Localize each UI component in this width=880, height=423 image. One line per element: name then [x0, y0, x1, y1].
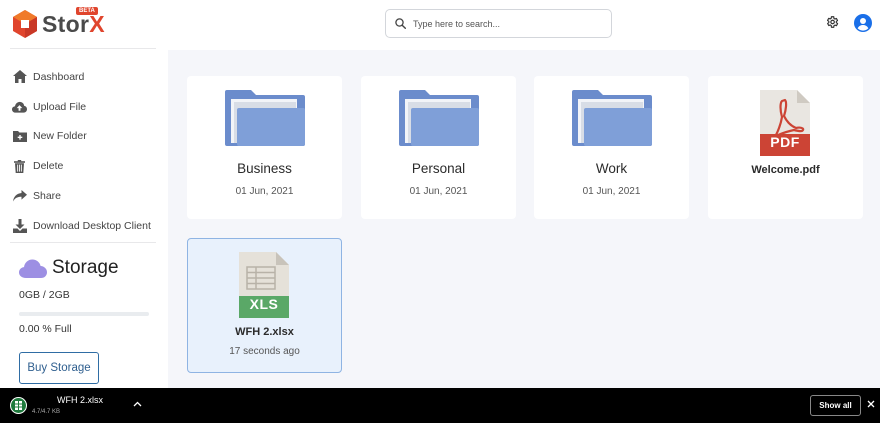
sidebar-item-label: New Folder: [33, 130, 87, 143]
file-card[interactable]: PDF Welcome.pdf: [708, 76, 863, 219]
sidebar-item-download-desktop-client[interactable]: Download Desktop Client: [0, 211, 168, 241]
cloud-upload-icon: [12, 99, 27, 114]
sidebar-nav: Dashboard Upload File New Folder Delete …: [0, 62, 168, 241]
sidebar-item-label: Upload File: [33, 100, 87, 113]
sidebar-divider: [10, 48, 156, 49]
storage-title: Storage: [52, 257, 119, 278]
file-name: Welcome.pdf: [751, 164, 820, 176]
storage-used: 0GB / 2GB: [19, 289, 70, 301]
sidebar-item-label: Share: [33, 190, 62, 203]
download-file-size: 4.7/4.7 KB: [32, 409, 61, 415]
pdf-badge: PDF: [770, 134, 800, 150]
gear-icon[interactable]: [825, 15, 839, 29]
file-date: 17 seconds ago: [229, 346, 300, 357]
show-all-button[interactable]: Show all: [810, 395, 861, 416]
logo-wordmark: StorX: [42, 11, 105, 38]
file-card-selected[interactable]: XLS WFH 2.xlsx 17 seconds ago: [187, 238, 342, 373]
storx-logo[interactable]: StorX BETA: [12, 7, 112, 39]
folder-name: Personal: [411, 161, 466, 176]
share-icon: [12, 189, 27, 204]
trash-icon: [12, 159, 27, 174]
folder-name: Business: [237, 161, 292, 176]
download-icon: [12, 218, 27, 233]
top-header: [168, 0, 880, 50]
sidebar-item-dashboard[interactable]: Dashboard: [0, 62, 168, 92]
storx-logo-mark-icon: [13, 10, 37, 38]
sidebar-item-label: Delete: [33, 160, 64, 173]
chevron-up-icon[interactable]: [133, 401, 142, 407]
folder-icon: [572, 90, 652, 146]
cloud-icon: [19, 259, 47, 278]
sidebar-item-delete[interactable]: Delete: [0, 151, 168, 181]
sidebar-item-new-folder[interactable]: New Folder: [0, 122, 168, 152]
sidebar-item-share[interactable]: Share: [0, 181, 168, 211]
folder-card[interactable]: Business 01 Jun, 2021: [187, 76, 342, 219]
sidebar-item-label: Download Desktop Client: [33, 219, 151, 232]
folder-date: 01 Jun, 2021: [409, 186, 468, 197]
file-name: WFH 2.xlsx: [235, 326, 294, 338]
storage-progress-bar: [19, 312, 149, 316]
download-file-name[interactable]: WFH 2.xlsx: [57, 395, 103, 405]
storage-percent: 0.00 % Full: [19, 323, 72, 335]
search-input[interactable]: [413, 18, 593, 29]
home-icon: [12, 69, 27, 84]
folder-date: 01 Jun, 2021: [582, 186, 641, 197]
storage-heading: Storage: [19, 257, 119, 279]
user-avatar-icon[interactable]: [854, 14, 872, 32]
folder-date: 01 Jun, 2021: [235, 186, 294, 197]
beta-badge: BETA: [76, 7, 98, 15]
download-bar: [0, 388, 880, 423]
folder-icon: [225, 90, 305, 146]
sidebar-item-upload-file[interactable]: Upload File: [0, 92, 168, 122]
close-icon[interactable]: [867, 400, 875, 408]
sidebar-item-label: Dashboard: [33, 70, 85, 83]
folder-plus-icon: [12, 129, 27, 144]
sidebar-divider: [10, 242, 156, 243]
spreadsheet-download-icon[interactable]: [10, 397, 27, 414]
folder-card[interactable]: Work 01 Jun, 2021: [534, 76, 689, 219]
search-box[interactable]: [385, 9, 612, 38]
buy-storage-button[interactable]: Buy Storage: [19, 352, 99, 384]
xls-badge: XLS: [249, 296, 279, 312]
folder-name: Work: [595, 161, 628, 176]
folder-icon: [399, 90, 479, 146]
folder-card[interactable]: Personal 01 Jun, 2021: [361, 76, 516, 219]
sidebar: StorX BETA Dashboard Upload File New Fol…: [0, 0, 168, 388]
search-icon: [395, 18, 406, 29]
